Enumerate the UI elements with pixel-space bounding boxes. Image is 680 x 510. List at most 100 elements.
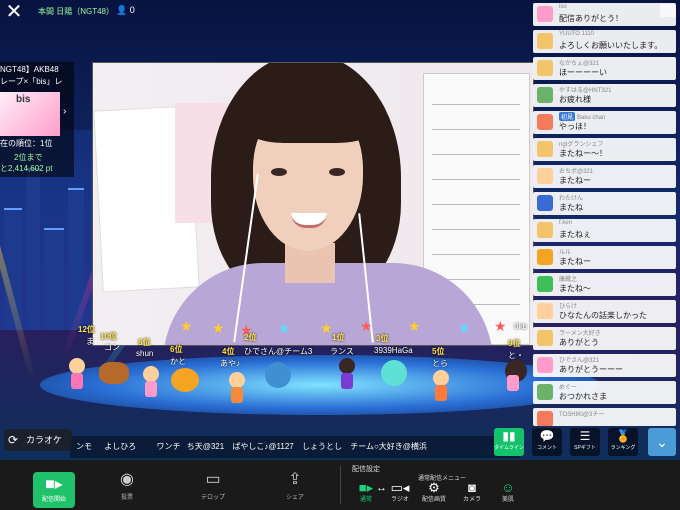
share-button[interactable]: ⇪ シェア — [270, 460, 320, 510]
mode-radio-button[interactable]: ▭◂ ラジオ — [386, 480, 414, 510]
avatar — [537, 195, 553, 211]
rank-label: 3位 — [376, 334, 389, 343]
avatar — [537, 249, 553, 265]
avatar — [537, 276, 553, 292]
telop-icon: ▭ — [205, 471, 221, 488]
comment-toggle-icon[interactable] — [660, 4, 676, 17]
avatar — [537, 330, 553, 346]
audience-name: 3939HaGa — [374, 346, 413, 355]
comment-item: iso 配信ありがとう！ — [533, 3, 676, 26]
star-icon: ★ — [408, 318, 421, 334]
rank-label: 2位 — [244, 333, 257, 342]
avatar — [537, 33, 553, 49]
avatar — [537, 141, 553, 157]
camera-switch-button[interactable]: ◙ カメラ — [458, 480, 486, 510]
avatar — [537, 222, 553, 238]
audience-name: あや♪ — [220, 359, 240, 368]
camera-icon: ◙ — [468, 480, 476, 495]
broadcast-settings-title: 配信設定 — [352, 466, 380, 473]
comment-item: ラーメン大好き ありがとう — [533, 327, 676, 350]
avatar — [537, 60, 553, 76]
rank-label: 6位 — [170, 345, 183, 354]
avatar — [537, 114, 553, 130]
blue-creature-avatar — [262, 362, 292, 396]
share-icon: ⇪ — [288, 471, 302, 488]
gear-icon: ⚙ — [428, 480, 440, 495]
comment-list[interactable]: iso 配信ありがとう！ YUUTO 1110 よろしくお願いいたします。 なかちょ… — [533, 0, 680, 455]
star-icon: ★ — [278, 320, 291, 336]
event-subtitle: レープ×「bis」レ — [0, 77, 63, 86]
radio-icon: ▭◂ — [390, 480, 410, 495]
viewer-count: 👤 0 — [116, 5, 135, 15]
first-time-badge: 初見 — [559, 112, 576, 121]
current-rank: 在の順位：1位 — [0, 139, 53, 148]
top-bar: ✕ 本間 日陽（NGT48） 👤 0 — [0, 0, 530, 24]
bottom-toolbar: ■▸ 配信開始 ◉ 投票 ▭ テロップ ⇪ シェア 配信設定 通常配信メニュー … — [0, 460, 680, 510]
next-rank-label: 2位まで — [14, 153, 43, 162]
tiger-avatar — [168, 368, 204, 402]
teal-hair-avatar — [378, 360, 408, 394]
audience-avatar — [502, 360, 530, 394]
avatar — [537, 303, 553, 319]
telop-button[interactable]: ▭ テロップ — [188, 460, 238, 510]
comment-item: やすはる@HNT321 お疲れ様 — [533, 84, 676, 107]
star-icon: ★ — [320, 320, 333, 336]
avatar — [537, 357, 553, 373]
person-icon: 👤 — [116, 5, 128, 15]
audience-avatar — [430, 370, 452, 404]
comment-item: ルル またねー — [533, 246, 676, 269]
event-title: NGT48】AKB48 — [0, 65, 59, 74]
star-icon: ★ — [494, 318, 507, 334]
smile-icon: ☺ — [501, 480, 515, 495]
audience-name: shun — [136, 349, 154, 358]
chart-icon: ▮▮ — [502, 429, 516, 443]
karaoke-button[interactable]: ⟳ カラオケ — [4, 429, 72, 451]
audience-avatar — [66, 358, 88, 392]
comment-item: YUUTO 1110 よろしくお願いいたします。 — [533, 30, 676, 53]
vote-button[interactable]: ◉ 投票 — [102, 460, 152, 510]
comment-item: めぐー おつかれさま — [533, 381, 676, 404]
audience-avatar — [140, 366, 162, 400]
rank-label: 9位 — [508, 339, 521, 348]
star-icon: ★ — [360, 318, 373, 334]
start-broadcast-button[interactable]: ■▸ 配信開始 — [33, 472, 75, 508]
event-ranking-panel[interactable]: NGT48】AKB48 レープ×「bis」レ bis › 在の順位：1位 2位ま… — [0, 62, 74, 177]
audience-name-ribbon: ンモ よしひろ ワンチ ち天@321 ぱやしこ♪@1127 しょうとし チーム○… — [70, 436, 520, 458]
avatar — [537, 6, 553, 22]
comment-item: おちポ@321 またねー — [533, 165, 676, 188]
comment-item: TOSHIKI@3チー — [533, 408, 676, 426]
star-icon: ★ — [458, 320, 471, 336]
refresh-icon: ⟳ — [8, 433, 19, 447]
audience-name: コン — [104, 343, 120, 352]
quality-button[interactable]: ⚙ 配信画質 — [420, 480, 448, 510]
dog-avatar — [96, 362, 136, 396]
comment-item: 康蔵之 またね〜 — [533, 273, 676, 296]
rank-label: 12位 — [78, 325, 95, 334]
audience-name: ま — [86, 337, 94, 346]
close-icon[interactable]: ✕ — [4, 2, 24, 22]
avatar — [537, 168, 553, 184]
beauty-filter-button[interactable]: ☺ 美肌 — [494, 480, 522, 510]
comment-item: なかちょ@321 ほーーーーい — [533, 57, 676, 80]
timeline-button[interactable]: ▮▮ タイムライン — [494, 428, 524, 456]
divider — [340, 466, 341, 504]
audience-name: とら — [432, 359, 448, 368]
rank-label: 8位 — [138, 338, 151, 347]
star-icon: ★ — [180, 318, 193, 334]
rank-label: 4位 — [222, 347, 235, 356]
rank-label: 5位 — [432, 347, 445, 356]
video-camera-icon: ■▸ — [45, 476, 63, 493]
comment-item: わたけん またね — [533, 192, 676, 215]
audience-name: ランス — [330, 347, 354, 356]
avatar — [537, 384, 553, 400]
audience-avatar — [336, 358, 358, 392]
room-title: 本間 日陽（NGT48） — [38, 7, 115, 16]
points-fragment: 0kb — [514, 322, 527, 331]
rank-label: 10位 — [100, 332, 117, 341]
comment-item: f.ken またねぇ — [533, 219, 676, 242]
event-thumbnail: bis — [0, 92, 60, 136]
chevron-right-icon: › — [63, 106, 67, 117]
rank-label: 1位 — [332, 333, 345, 342]
comment-item: 初見 Baku chan やっほ！ — [533, 111, 676, 134]
avatar — [537, 411, 553, 426]
